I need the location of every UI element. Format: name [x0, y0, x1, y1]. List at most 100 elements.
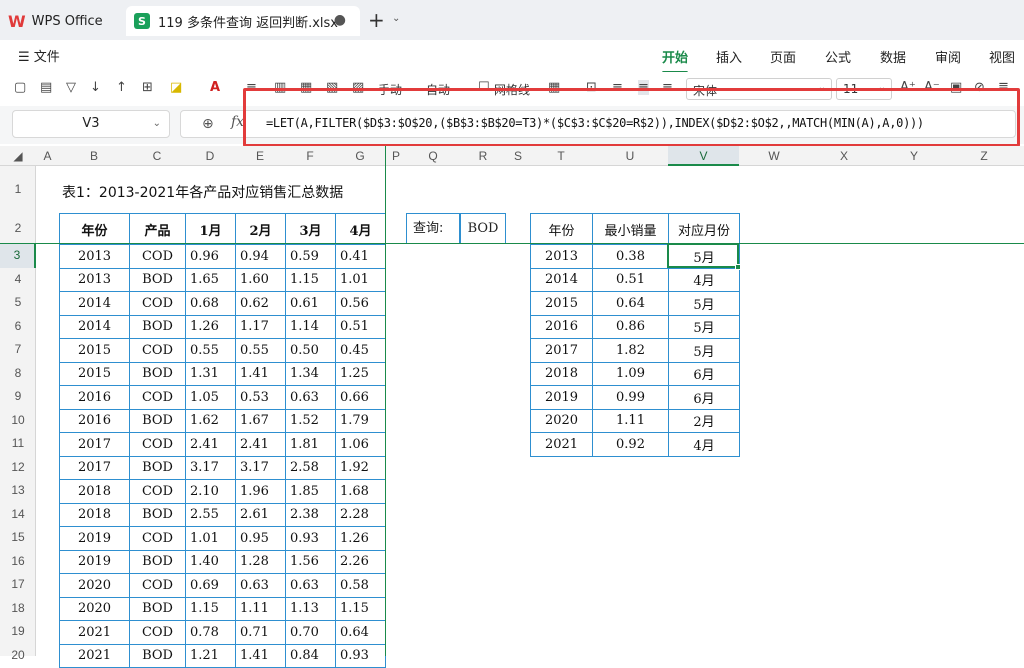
- table-cell[interactable]: 1.79: [335, 408, 386, 433]
- table-header-cell[interactable]: 1月: [185, 213, 236, 245]
- table-cell[interactable]: 1.56: [285, 549, 336, 574]
- table-cell[interactable]: 1.92: [335, 455, 386, 480]
- table-cell[interactable]: 2015: [59, 338, 130, 363]
- row-header[interactable]: 4: [0, 268, 36, 292]
- result-cell[interactable]: 5月: [668, 291, 740, 316]
- zoom-search-icon[interactable]: ⊕: [202, 116, 214, 132]
- table-cell[interactable]: 0.93: [285, 526, 336, 551]
- table-cell[interactable]: 2.41: [185, 432, 236, 457]
- result-cell[interactable]: 1.82: [592, 338, 669, 363]
- table-cell[interactable]: 2014: [59, 291, 130, 316]
- chevron-down-icon[interactable]: ⌄: [392, 13, 400, 24]
- col-header[interactable]: C: [129, 146, 185, 166]
- result-cell[interactable]: 1.11: [592, 408, 669, 433]
- tab-home[interactable]: 开始: [662, 47, 689, 74]
- font-color-icon[interactable]: A: [210, 80, 220, 95]
- table-cell[interactable]: 0.56: [335, 291, 386, 316]
- col-header[interactable]: R: [460, 146, 506, 166]
- table-cell[interactable]: 2016: [59, 385, 130, 410]
- table-cell[interactable]: 1.85: [285, 479, 336, 504]
- table-cell[interactable]: 2013: [59, 267, 130, 292]
- table-cell[interactable]: BOD: [129, 361, 186, 386]
- table-cell[interactable]: 1.06: [335, 432, 386, 457]
- table-cell[interactable]: BOD: [129, 502, 186, 527]
- table-cell[interactable]: BOD: [129, 596, 186, 621]
- table-cell[interactable]: BOD: [129, 267, 186, 292]
- result-cell[interactable]: 2013: [530, 244, 593, 269]
- table-cell[interactable]: 2016: [59, 408, 130, 433]
- format-painter-icon[interactable]: ▤: [40, 80, 52, 95]
- col-header[interactable]: T: [530, 146, 592, 166]
- table-cell[interactable]: 1.34: [285, 361, 336, 386]
- result-header-cell[interactable]: 最小销量: [592, 213, 669, 245]
- result-cell[interactable]: 0.99: [592, 385, 669, 410]
- table-cell[interactable]: 2.10: [185, 479, 236, 504]
- row-header[interactable]: 1: [0, 166, 36, 213]
- table-cell[interactable]: 2.28: [335, 502, 386, 527]
- table-cell[interactable]: 2021: [59, 620, 130, 645]
- paste-icon[interactable]: ▢: [14, 80, 26, 95]
- table-cell[interactable]: BOD: [129, 455, 186, 480]
- table-cell[interactable]: BOD: [129, 408, 186, 433]
- sort-desc-icon[interactable]: ↑: [116, 80, 127, 95]
- table-cell[interactable]: COD: [129, 244, 186, 269]
- table-cell[interactable]: 1.62: [185, 408, 236, 433]
- table-cell[interactable]: 0.95: [235, 526, 286, 551]
- row-header[interactable]: 5: [0, 291, 36, 315]
- result-cell[interactable]: 4月: [668, 432, 740, 457]
- table-cell[interactable]: 0.78: [185, 620, 236, 645]
- table-cell[interactable]: COD: [129, 291, 186, 316]
- fill-handle[interactable]: [735, 264, 741, 270]
- result-cell[interactable]: 0.92: [592, 432, 669, 457]
- table-cell[interactable]: 2.26: [335, 549, 386, 574]
- tab-page[interactable]: 页面: [770, 47, 796, 66]
- table-cell[interactable]: 1.65: [185, 267, 236, 292]
- table-cell[interactable]: BOD: [129, 314, 186, 339]
- table-cell[interactable]: 0.68: [185, 291, 236, 316]
- table-cell[interactable]: 2019: [59, 549, 130, 574]
- col-header[interactable]: F: [285, 146, 335, 166]
- col-header[interactable]: G: [335, 146, 385, 166]
- table-cell[interactable]: 0.41: [335, 244, 386, 269]
- table-cell[interactable]: 1.13: [285, 596, 336, 621]
- table-cell[interactable]: 1.01: [185, 526, 236, 551]
- col-header[interactable]: A: [36, 146, 59, 166]
- col-header-selected[interactable]: V: [668, 146, 739, 166]
- table-header-cell[interactable]: 产品: [129, 213, 186, 245]
- row-header[interactable]: 10: [0, 409, 36, 433]
- row-header[interactable]: 19: [0, 620, 36, 644]
- row-header[interactable]: 2: [0, 213, 36, 244]
- table-cell[interactable]: 0.53: [235, 385, 286, 410]
- table-cell[interactable]: 2014: [59, 314, 130, 339]
- table-cell[interactable]: 1.96: [235, 479, 286, 504]
- row-header[interactable]: 7: [0, 338, 36, 362]
- tab-wps-office[interactable]: W WPS Office: [8, 6, 118, 36]
- result-cell[interactable]: 5月: [668, 314, 740, 339]
- col-header[interactable]: W: [739, 146, 809, 166]
- table-cell[interactable]: 0.50: [285, 338, 336, 363]
- table-header-cell[interactable]: 3月: [285, 213, 336, 245]
- table-cell[interactable]: 1.81: [285, 432, 336, 457]
- table-cell[interactable]: 1.52: [285, 408, 336, 433]
- result-cell[interactable]: 2020: [530, 408, 593, 433]
- tab-data[interactable]: 数据: [880, 47, 906, 66]
- table-cell[interactable]: 1.01: [335, 267, 386, 292]
- table-cell[interactable]: 0.63: [285, 385, 336, 410]
- col-header[interactable]: P: [386, 146, 406, 166]
- table-cell[interactable]: COD: [129, 385, 186, 410]
- table-cell[interactable]: 2019: [59, 526, 130, 551]
- col-header[interactable]: S: [506, 146, 530, 166]
- table-cell[interactable]: 1.15: [185, 596, 236, 621]
- table-cell[interactable]: 1.15: [285, 267, 336, 292]
- row-header-selected[interactable]: 3: [0, 244, 36, 268]
- table-cell[interactable]: 0.69: [185, 573, 236, 598]
- row-header[interactable]: 15: [0, 526, 36, 550]
- table-cell[interactable]: 2018: [59, 479, 130, 504]
- table-cell[interactable]: 2.38: [285, 502, 336, 527]
- table-cell[interactable]: 1.25: [335, 361, 386, 386]
- table-cell[interactable]: 0.51: [335, 314, 386, 339]
- name-box[interactable]: V3 ⌄: [12, 110, 170, 138]
- tab-insert[interactable]: 插入: [716, 47, 742, 66]
- result-cell[interactable]: 2月: [668, 408, 740, 433]
- table-cell[interactable]: 1.41: [235, 361, 286, 386]
